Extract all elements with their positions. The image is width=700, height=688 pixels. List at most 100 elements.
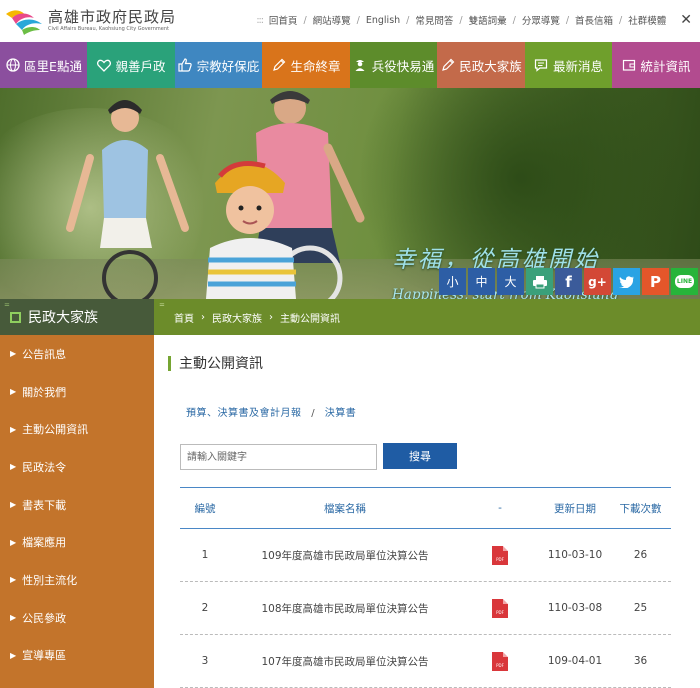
arrow-right-icon: ▶	[10, 500, 17, 510]
menu-item-military[interactable]: 兵役快易通	[350, 42, 437, 88]
header-number: 編號	[194, 502, 216, 515]
topnav-glossary[interactable]: 雙語詞彙	[469, 13, 507, 27]
menu-label: 統計資訊	[640, 58, 691, 74]
topnav-mailbox[interactable]: 首長信箱	[575, 13, 613, 27]
sidebar-item-announcements[interactable]: ▶ 公告訊息	[0, 335, 154, 373]
arrow-right-icon: ▶	[10, 424, 17, 434]
category-budget-link[interactable]: 預算、決算書及會計月報	[186, 408, 302, 419]
sidebar-item-civic[interactable]: ▶ 公民參政	[0, 599, 154, 637]
sidebar-item-label: 民政法令	[22, 460, 67, 474]
print-icon[interactable]	[526, 268, 553, 295]
menu-label: 宗教好保庇	[196, 58, 260, 74]
row-downloads: 25	[633, 602, 648, 614]
arrow-right-icon: ▶	[10, 387, 17, 397]
menu-item-household[interactable]: 親善戶政	[87, 42, 175, 88]
sidebar-item-label: 宣導專區	[22, 649, 67, 663]
globe-icon	[5, 58, 20, 73]
row-filename[interactable]: 109年度高雄市民政局單位決算公告	[230, 548, 460, 563]
sidebar: = 民政大家族 ▶ 公告訊息 ▶ 關於我們 ▶ 主動公開資訊 ▶ 民政法令 ▶ 書表下載 …	[0, 299, 154, 688]
pdf-icon[interactable]: PDF	[492, 651, 508, 671]
topnav-english[interactable]: English	[366, 15, 400, 26]
square-icon	[10, 311, 21, 323]
soldier-icon	[353, 58, 368, 73]
breadcrumb-family[interactable]: 民政大家族	[212, 310, 262, 325]
row-downloads: 36	[633, 655, 648, 667]
arrow-right-icon: ▶	[10, 575, 17, 585]
sidebar-item-regulations[interactable]: ▶ 民政法令	[0, 448, 154, 486]
table-header: 編號 檔案名稱 - 更新日期 下載次數	[180, 487, 671, 529]
menu-item-news[interactable]: 最新消息	[525, 42, 612, 88]
menu-item-religion[interactable]: 宗教好保庇	[175, 42, 262, 88]
sidebar-item-label: 公告訊息	[22, 347, 67, 361]
header-filename: 檔案名稱	[324, 502, 366, 515]
wallet-icon	[621, 58, 636, 73]
site-logo[interactable]: 高雄市政府民政局 Civil Affairs Bureau, Kaohsiung…	[4, 4, 176, 36]
pencil-icon	[271, 58, 286, 73]
sidebar-title: 民政大家族	[28, 310, 98, 326]
documents-table: 編號 檔案名稱 - 更新日期 下載次數 1 109年度高雄市民政局單位決算公告 …	[180, 487, 671, 688]
pdf-icon[interactable]: PDF	[492, 545, 508, 565]
sidebar-item-gender[interactable]: ▶ 性別主流化	[0, 561, 154, 599]
breadcrumb: = 首頁 › 民政大家族 › 主動公開資訊	[154, 299, 700, 335]
table-row: 2 108年度高雄市民政局單位決算公告 PDF 110-03-08 25	[180, 582, 671, 635]
search-button[interactable]: 搜尋	[383, 443, 457, 469]
main-content: 主動公開資訊 預算、決算書及會計月報 / 決算書 搜尋 編號 檔案名稱 - 更新…	[154, 335, 700, 688]
sidebar-item-label: 書表下載	[22, 498, 67, 512]
arrow-right-icon: ▶	[10, 650, 17, 660]
topnav-home[interactable]: 回首頁	[269, 13, 298, 27]
thumbs-up-icon	[178, 58, 193, 73]
sidebar-item-archives[interactable]: ▶ 檔案應用	[0, 523, 154, 561]
plurk-icon[interactable]: P	[642, 268, 669, 295]
font-large-button[interactable]: 大	[497, 268, 524, 295]
twitter-icon[interactable]	[613, 268, 640, 295]
category-final-accounts-link[interactable]: 決算書	[325, 408, 357, 419]
header-file: -	[498, 502, 502, 514]
topnav-social[interactable]: 社群模體	[628, 13, 666, 27]
sidebar-item-label: 檔案應用	[22, 536, 67, 550]
font-medium-button[interactable]: 中	[468, 268, 495, 295]
row-date: 109-04-01	[547, 655, 603, 667]
site-subtitle: Civil Affairs Bureau, Kaohsiung City Gov…	[48, 25, 169, 32]
accesskey-marker: :::	[256, 14, 264, 26]
sidebar-item-label: 主動公開資訊	[22, 423, 89, 437]
search-input[interactable]	[180, 444, 377, 470]
sidebar-item-label: 公民參政	[22, 611, 67, 625]
page-title: 主動公開資訊	[168, 353, 263, 373]
row-date: 110-03-10	[547, 549, 603, 561]
menu-label: 生命終章	[290, 58, 341, 74]
facebook-icon[interactable]: f	[555, 268, 582, 295]
menu-item-life[interactable]: 生命終章	[262, 42, 350, 88]
menu-label: 民政大家族	[459, 58, 522, 74]
row-filename[interactable]: 107年度高雄市民政局單位決算公告	[230, 654, 460, 669]
table-row: 1 109年度高雄市民政局單位決算公告 PDF 110-03-10 26	[180, 529, 671, 582]
pdf-icon[interactable]: PDF	[492, 598, 508, 618]
google-plus-icon[interactable]: g+	[584, 268, 611, 295]
close-icon[interactable]: ✕	[680, 12, 692, 28]
menu-item-family[interactable]: 民政大家族	[437, 42, 525, 88]
line-icon[interactable]: LINE	[671, 268, 698, 295]
breadcrumb-home[interactable]: 首頁	[174, 310, 194, 325]
sidebar-item-public-info[interactable]: ▶ 主動公開資訊	[0, 410, 154, 448]
topnav-sitemap[interactable]: 網站導覽	[313, 13, 351, 27]
topnav-audience[interactable]: 分眾導覽	[522, 13, 560, 27]
sidebar-item-promotion[interactable]: ▶ 宣導專區	[0, 637, 154, 675]
site-title: 高雄市政府民政局	[48, 7, 177, 26]
sidebar-item-label: 關於我們	[22, 385, 67, 399]
main-menu: 區里E點通 親善戶政 宗教好保庇 生命終章 兵役快易通 民政大家族 最新消息 統…	[0, 42, 700, 88]
menu-item-stats[interactable]: 統計資訊	[612, 42, 700, 88]
heart-icon	[96, 58, 111, 73]
menu-item-district[interactable]: 區里E點通	[0, 42, 87, 88]
sidebar-item-about[interactable]: ▶ 關於我們	[0, 373, 154, 411]
menu-label: 最新消息	[552, 58, 603, 74]
breadcrumb-current[interactable]: 主動公開資訊	[280, 310, 340, 325]
row-number: 3	[201, 655, 209, 667]
row-date: 110-03-08	[547, 602, 603, 614]
font-small-button[interactable]: 小	[439, 268, 466, 295]
site-header: 高雄市政府民政局 Civil Affairs Bureau, Kaohsiung…	[0, 0, 700, 42]
title-accent-bar	[168, 355, 171, 371]
topnav-faq[interactable]: 常見問答	[415, 13, 453, 27]
row-filename[interactable]: 108年度高雄市民政局單位決算公告	[230, 601, 460, 616]
sidebar-item-forms[interactable]: ▶ 書表下載	[0, 486, 154, 524]
table-row: 3 107年度高雄市民政局單位決算公告 PDF 109-04-01 36	[180, 635, 671, 688]
family-cycling-photo	[66, 91, 365, 299]
